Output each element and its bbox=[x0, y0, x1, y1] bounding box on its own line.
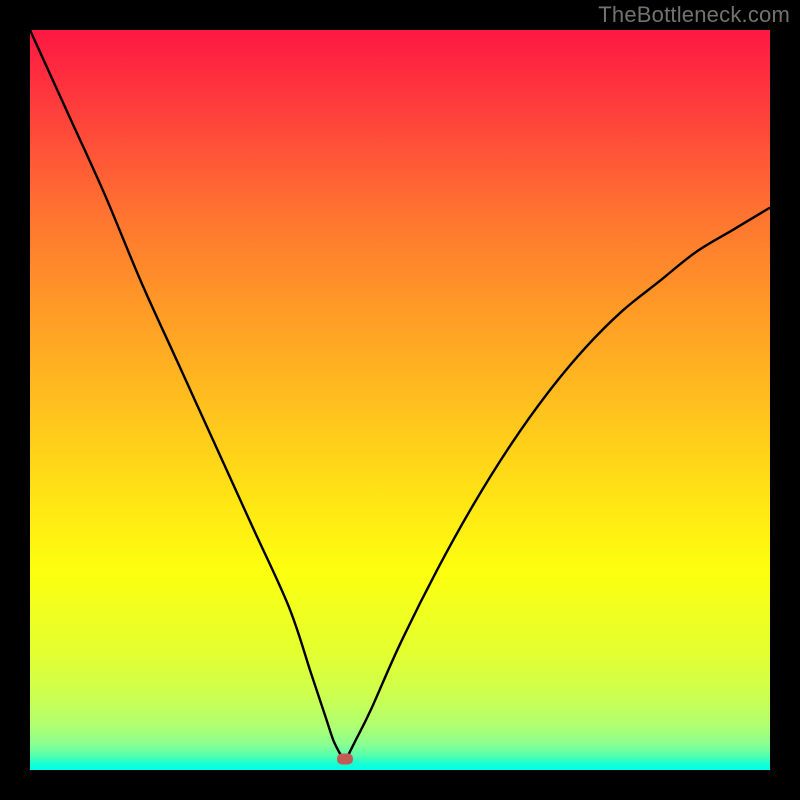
minimum-marker bbox=[337, 753, 353, 764]
curve-path bbox=[30, 30, 770, 763]
bottleneck-curve bbox=[30, 30, 770, 770]
watermark-text: TheBottleneck.com bbox=[598, 2, 790, 28]
plot-area bbox=[30, 30, 770, 770]
chart-stage: TheBottleneck.com bbox=[0, 0, 800, 800]
